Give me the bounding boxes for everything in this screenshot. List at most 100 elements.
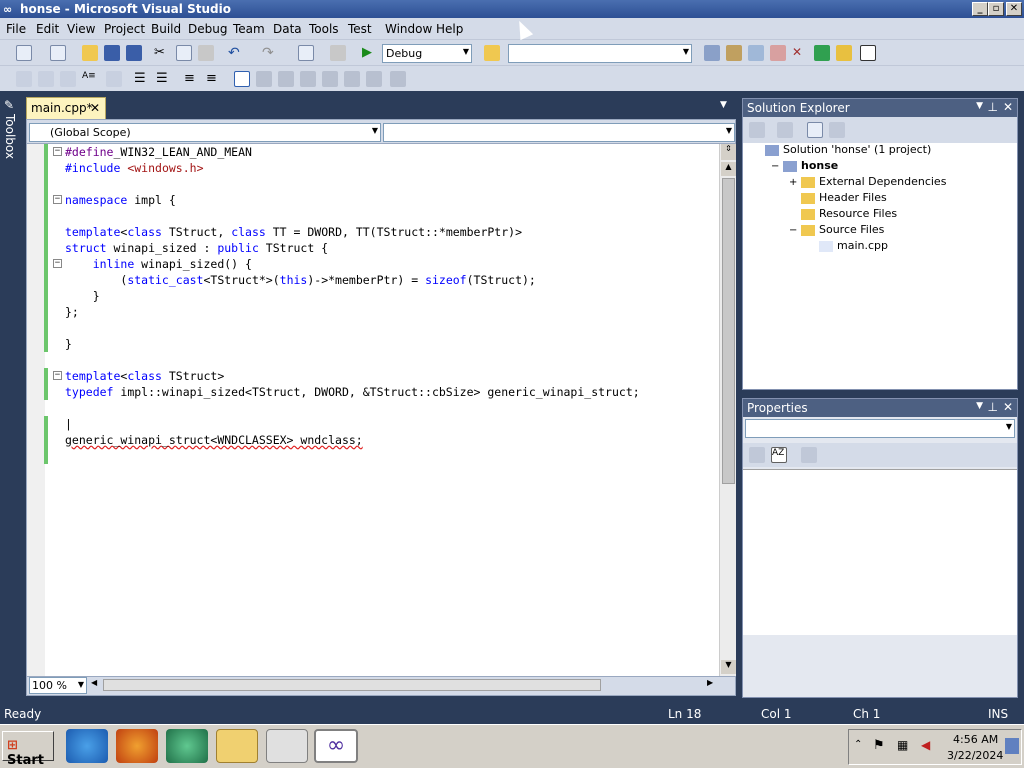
code-line[interactable]: template<class TStruct, class TT = DWORD… <box>44 224 640 240</box>
horizontal-scroll-thumb[interactable] <box>103 679 601 691</box>
scroll-left-icon[interactable]: ◀ <box>91 678 101 692</box>
uncomment-icon[interactable]: ≡ <box>206 71 222 87</box>
next-bookmark-in-folder-icon[interactable] <box>322 71 338 87</box>
object-browser-icon[interactable] <box>748 45 764 61</box>
window-position-icon[interactable]: ▼ <box>976 401 983 411</box>
find-combo[interactable]: ▼ <box>508 44 692 63</box>
extension-manager-icon[interactable] <box>836 45 852 61</box>
show-desktop-icon[interactable] <box>1005 738 1019 754</box>
menu-debug[interactable]: Debug <box>188 22 227 36</box>
previous-bookmark-in-folder-icon[interactable] <box>300 71 316 87</box>
next-bookmark-in-document-icon[interactable] <box>366 71 382 87</box>
tree-item[interactable]: Solution 'honse' (1 project) <box>753 143 931 156</box>
auto-hide-pin-icon[interactable]: ⊥ <box>988 100 998 114</box>
code-line[interactable] <box>44 320 640 336</box>
tools-icon[interactable]: ✕ <box>792 45 808 61</box>
scope-dropdown[interactable]: (Global Scope) ▼ <box>29 123 381 142</box>
menu-project[interactable]: Project <box>104 22 145 36</box>
solution-configuration-dropdown[interactable]: Debug ▼ <box>382 44 472 63</box>
categorized-icon[interactable] <box>749 447 765 463</box>
code-line[interactable] <box>44 448 640 464</box>
menu-build[interactable]: Build <box>151 22 181 36</box>
tree-item[interactable]: Header Files <box>789 191 887 204</box>
save-all-icon[interactable] <box>126 45 142 61</box>
tree-item[interactable]: + External Dependencies <box>789 175 946 188</box>
collapse-icon[interactable]: − <box>53 371 62 380</box>
display-word-completion-icon[interactable] <box>106 71 122 87</box>
menu-view[interactable]: View <box>67 22 95 36</box>
action-center-flag-icon[interactable]: ⚑ <box>873 738 885 753</box>
properties-view-icon[interactable] <box>749 122 765 138</box>
save-icon[interactable] <box>104 45 120 61</box>
code-line[interactable] <box>44 176 640 192</box>
code-line[interactable] <box>65 352 640 368</box>
code-line[interactable]: }; <box>44 304 640 320</box>
volume-muted-icon[interactable]: ◀ <box>921 738 930 752</box>
scroll-right-icon[interactable]: ▶ <box>707 678 717 692</box>
object-selector-dropdown[interactable]: ▼ <box>745 419 1015 438</box>
close-panel-icon[interactable]: ✕ <box>1003 400 1013 414</box>
file-explorer-icon[interactable] <box>216 729 258 763</box>
menu-window[interactable]: Window <box>385 22 432 36</box>
vertical-scrollbar[interactable]: ⇕ ▲ ▼ <box>719 144 736 676</box>
code-line[interactable]: − inline winapi_sized() { <box>44 256 640 272</box>
split-handle-icon[interactable]: ⇕ <box>721 144 736 160</box>
solution-explorer-icon[interactable] <box>704 45 720 61</box>
show-hidden-icons-icon[interactable]: ⌃ <box>854 739 862 750</box>
collapse-icon[interactable]: − <box>53 195 62 204</box>
menu-edit[interactable]: Edit <box>36 22 59 36</box>
close-tab-icon[interactable]: ✕ <box>90 101 100 115</box>
code-line[interactable]: struct winapi_sized : public TStruct { <box>44 240 640 256</box>
tree-item[interactable]: Resource Files <box>789 207 897 220</box>
menu-test[interactable]: Test <box>348 22 372 36</box>
editor-gutter[interactable] <box>27 144 45 676</box>
code-line[interactable] <box>65 400 640 416</box>
refresh-icon[interactable] <box>807 122 823 138</box>
undo-icon[interactable]: ↶ <box>228 45 244 61</box>
code-line[interactable]: | <box>44 416 640 432</box>
code-line[interactable]: typedef impl::winapi_sized<TStruct, DWOR… <box>44 384 640 400</box>
menu-tools[interactable]: Tools <box>309 22 339 36</box>
restore-button[interactable]: ▫ <box>988 2 1004 16</box>
code-line[interactable] <box>44 208 640 224</box>
minimize-button[interactable]: _ <box>972 2 988 16</box>
show-all-files-icon[interactable] <box>777 122 793 138</box>
zoom-dropdown[interactable]: 100 % ▼ <box>29 677 87 694</box>
command-window-icon[interactable] <box>860 45 876 61</box>
comment-out-icon[interactable]: ≡ <box>184 71 200 87</box>
clock-time[interactable]: 4:56 AM <box>953 733 998 746</box>
expand-toggle-icon[interactable]: − <box>771 161 783 172</box>
member-list-icon[interactable] <box>16 71 32 87</box>
find-in-files-icon[interactable] <box>484 45 500 61</box>
parameter-info-icon[interactable] <box>38 71 54 87</box>
tree-item[interactable]: − honse <box>771 159 838 172</box>
increase-indent-icon[interactable]: ☰ <box>156 71 172 87</box>
properties-icon[interactable] <box>726 45 742 61</box>
media-app-icon[interactable] <box>166 729 208 763</box>
clear-bookmarks-icon[interactable] <box>390 71 406 87</box>
code-line[interactable]: } <box>44 336 640 352</box>
menu-file[interactable]: File <box>6 22 26 36</box>
cut-icon[interactable]: ✂ <box>154 45 170 61</box>
copy-icon[interactable] <box>176 45 192 61</box>
redo-icon[interactable]: ↷ <box>262 45 278 61</box>
property-pages-icon[interactable] <box>801 447 817 463</box>
toolbox-label[interactable]: Toolbox <box>3 114 17 159</box>
code-text[interactable]: − #define_WIN32_LEAN_AND_MEAN #include <wi… <box>44 144 640 464</box>
code-line[interactable]: − template<class TStruct> <box>44 368 640 384</box>
add-item-icon[interactable] <box>50 45 66 61</box>
code-line[interactable]: #include <windows.h> <box>44 160 640 176</box>
next-bookmark-icon[interactable] <box>278 71 294 87</box>
tab-main-cpp[interactable]: main.cpp* ✕ <box>26 97 106 119</box>
class-view-icon[interactable] <box>770 45 786 61</box>
menu-data[interactable]: Data <box>273 22 302 36</box>
toolbox-sidebar[interactable]: ✎ Toolbox <box>0 92 22 702</box>
collapse-icon[interactable]: − <box>53 147 62 156</box>
code-line[interactable]: − namespace impl { <box>44 192 640 208</box>
previous-bookmark-icon[interactable] <box>256 71 272 87</box>
tree-item[interactable]: − Source Files <box>789 223 884 236</box>
code-line[interactable]: − #define_WIN32_LEAN_AND_MEAN <box>44 144 640 160</box>
scroll-up-icon[interactable]: ▲ <box>721 162 736 176</box>
collapse-icon[interactable]: − <box>53 259 62 268</box>
paste-icon[interactable] <box>198 45 214 61</box>
